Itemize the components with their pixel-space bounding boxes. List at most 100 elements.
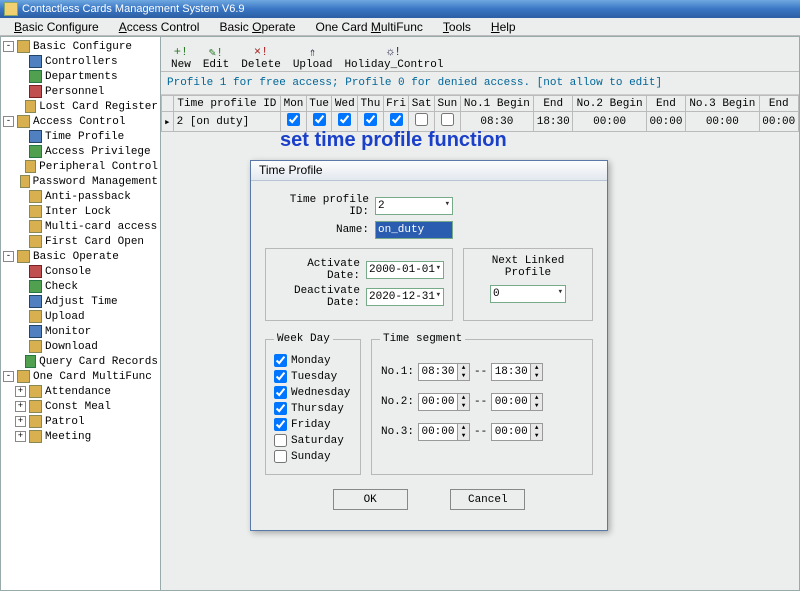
activate-date[interactable] [366,261,444,279]
next-linked-select[interactable] [490,285,566,303]
chk-monday[interactable] [274,354,287,367]
tree-basic-configure[interactable]: -Basic Configure [3,39,158,54]
spin-up-icon[interactable]: ▲ [531,364,542,372]
cell-time[interactable]: 00:00 [646,112,685,132]
tree-meeting[interactable]: +Meeting [3,429,158,444]
time-profile-grid[interactable]: Time profile IDMonTueWedThuFriSatSunNo.1… [161,95,799,132]
expander-icon[interactable]: + [15,416,26,427]
menu-access-control[interactable]: Access Control [109,18,210,36]
grid-header[interactable]: End [646,96,685,112]
grid-header[interactable]: Sun [435,96,461,112]
tree-anti-passback[interactable]: Anti-passback [3,189,158,204]
grid-header[interactable]: No.1 Begin [460,96,533,112]
tree-inter-lock[interactable]: Inter Lock [3,204,158,219]
spin-down-icon[interactable]: ▼ [458,432,469,440]
spin-down-icon[interactable]: ▼ [458,372,469,380]
expander-icon[interactable]: + [15,431,26,442]
seg3-begin[interactable]: ▲▼ [418,423,470,441]
expander-icon[interactable]: + [15,386,26,397]
seg1-begin[interactable]: ▲▼ [418,363,470,381]
tree-peripheral-control[interactable]: Peripheral Control [3,159,158,174]
seg1-end[interactable]: ▲▼ [491,363,543,381]
menu-tools[interactable]: Tools [433,18,481,36]
tree-controllers[interactable]: Controllers [3,54,158,69]
grid-header[interactable]: Time profile ID [173,96,281,112]
grid-header[interactable]: No.3 Begin [686,96,759,112]
menu-help[interactable]: Help [481,18,526,36]
menu-one-card-multifunc[interactable]: One Card MultiFunc [306,18,433,36]
new-button[interactable]: +!New [165,45,197,71]
tree-one-card-multifunc[interactable]: -One Card MultiFunc [3,369,158,384]
cell-profile-id[interactable]: 2 [on duty] [173,112,281,132]
tree-access-privilege[interactable]: Access Privilege [3,144,158,159]
expander-icon[interactable]: + [15,401,26,412]
grid-header[interactable]: Thu [358,96,384,112]
tree-time-profile[interactable]: Time Profile [3,129,158,144]
tree-console[interactable]: Console [3,264,158,279]
spin-down-icon[interactable]: ▼ [531,372,542,380]
grid-header[interactable]: End [534,96,573,112]
tree-personnel[interactable]: Personnel [3,84,158,99]
grid-header[interactable]: No.2 Begin [573,96,646,112]
expander-icon[interactable]: - [3,41,14,52]
chk-thursday[interactable] [274,402,287,415]
spin-up-icon[interactable]: ▲ [458,394,469,402]
cell-time[interactable]: 00:00 [573,112,646,132]
cell-time[interactable]: 00:00 [686,112,759,132]
name-input[interactable] [375,221,453,239]
tree-query-card-records[interactable]: Query Card Records [3,354,158,369]
spin-up-icon[interactable]: ▲ [531,424,542,432]
ok-button[interactable]: OK [333,489,408,510]
spin-down-icon[interactable]: ▼ [531,402,542,410]
menu-basic-configure[interactable]: Basic Configure [4,18,109,36]
seg2-begin[interactable]: ▲▼ [418,393,470,411]
cancel-button[interactable]: Cancel [450,489,525,510]
tree-download[interactable]: Download [3,339,158,354]
tree-lost-card-register[interactable]: Lost Card Register [3,99,158,114]
edit-button[interactable]: ✎!Edit [197,45,235,71]
tree-upload[interactable]: Upload [3,309,158,324]
seg2-end[interactable]: ▲▼ [491,393,543,411]
tree-password-management[interactable]: Password Management [3,174,158,189]
seg3-end[interactable]: ▲▼ [491,423,543,441]
expander-icon[interactable]: - [3,251,14,262]
tree-basic-operate[interactable]: -Basic Operate [3,249,158,264]
tree-adjust-time[interactable]: Adjust Time [3,294,158,309]
tree-first-card-open[interactable]: First Card Open [3,234,158,249]
spin-up-icon[interactable]: ▲ [458,364,469,372]
spin-up-icon[interactable]: ▲ [531,394,542,402]
spin-up-icon[interactable]: ▲ [458,424,469,432]
chk-friday[interactable] [274,418,287,431]
grid-header[interactable]: Sat [409,96,435,112]
upload-button[interactable]: ⇑Upload [287,45,339,71]
delete-button[interactable]: ×!Delete [235,45,287,71]
holiday-control-button[interactable]: ☼!Holiday_Control [338,45,449,71]
tree-attendance[interactable]: +Attendance [3,384,158,399]
grid-header[interactable]: Fri [383,96,409,112]
cell-time[interactable]: 18:30 [534,112,573,132]
cell-time[interactable]: 00:00 [759,112,798,132]
chk-sunday[interactable] [274,450,287,463]
chk-tuesday[interactable] [274,370,287,383]
tree-access-control[interactable]: -Access Control [3,114,158,129]
grid-header[interactable]: End [759,96,798,112]
nav-tree[interactable]: -Basic ConfigureControllersDepartmentsPe… [0,36,161,591]
expander-icon[interactable]: - [3,116,14,127]
tree-patrol[interactable]: +Patrol [3,414,158,429]
deactivate-date[interactable] [366,288,444,306]
tree-check[interactable]: Check [3,279,158,294]
tree-const-meal[interactable]: +Const Meal [3,399,158,414]
tree-monitor[interactable]: Monitor [3,324,158,339]
expander-icon[interactable]: - [3,371,14,382]
chk-wednesday[interactable] [274,386,287,399]
profile-id-select[interactable] [375,197,453,215]
tree-departments[interactable]: Departments [3,69,158,84]
grid-header[interactable]: Tue [306,96,332,112]
spin-down-icon[interactable]: ▼ [458,402,469,410]
chk-saturday[interactable] [274,434,287,447]
spin-down-icon[interactable]: ▼ [531,432,542,440]
tree-multi-card-access[interactable]: Multi-card access [3,219,158,234]
grid-header[interactable]: Wed [332,96,358,112]
menu-basic-operate[interactable]: Basic Operate [209,18,305,36]
grid-header[interactable] [162,96,174,112]
